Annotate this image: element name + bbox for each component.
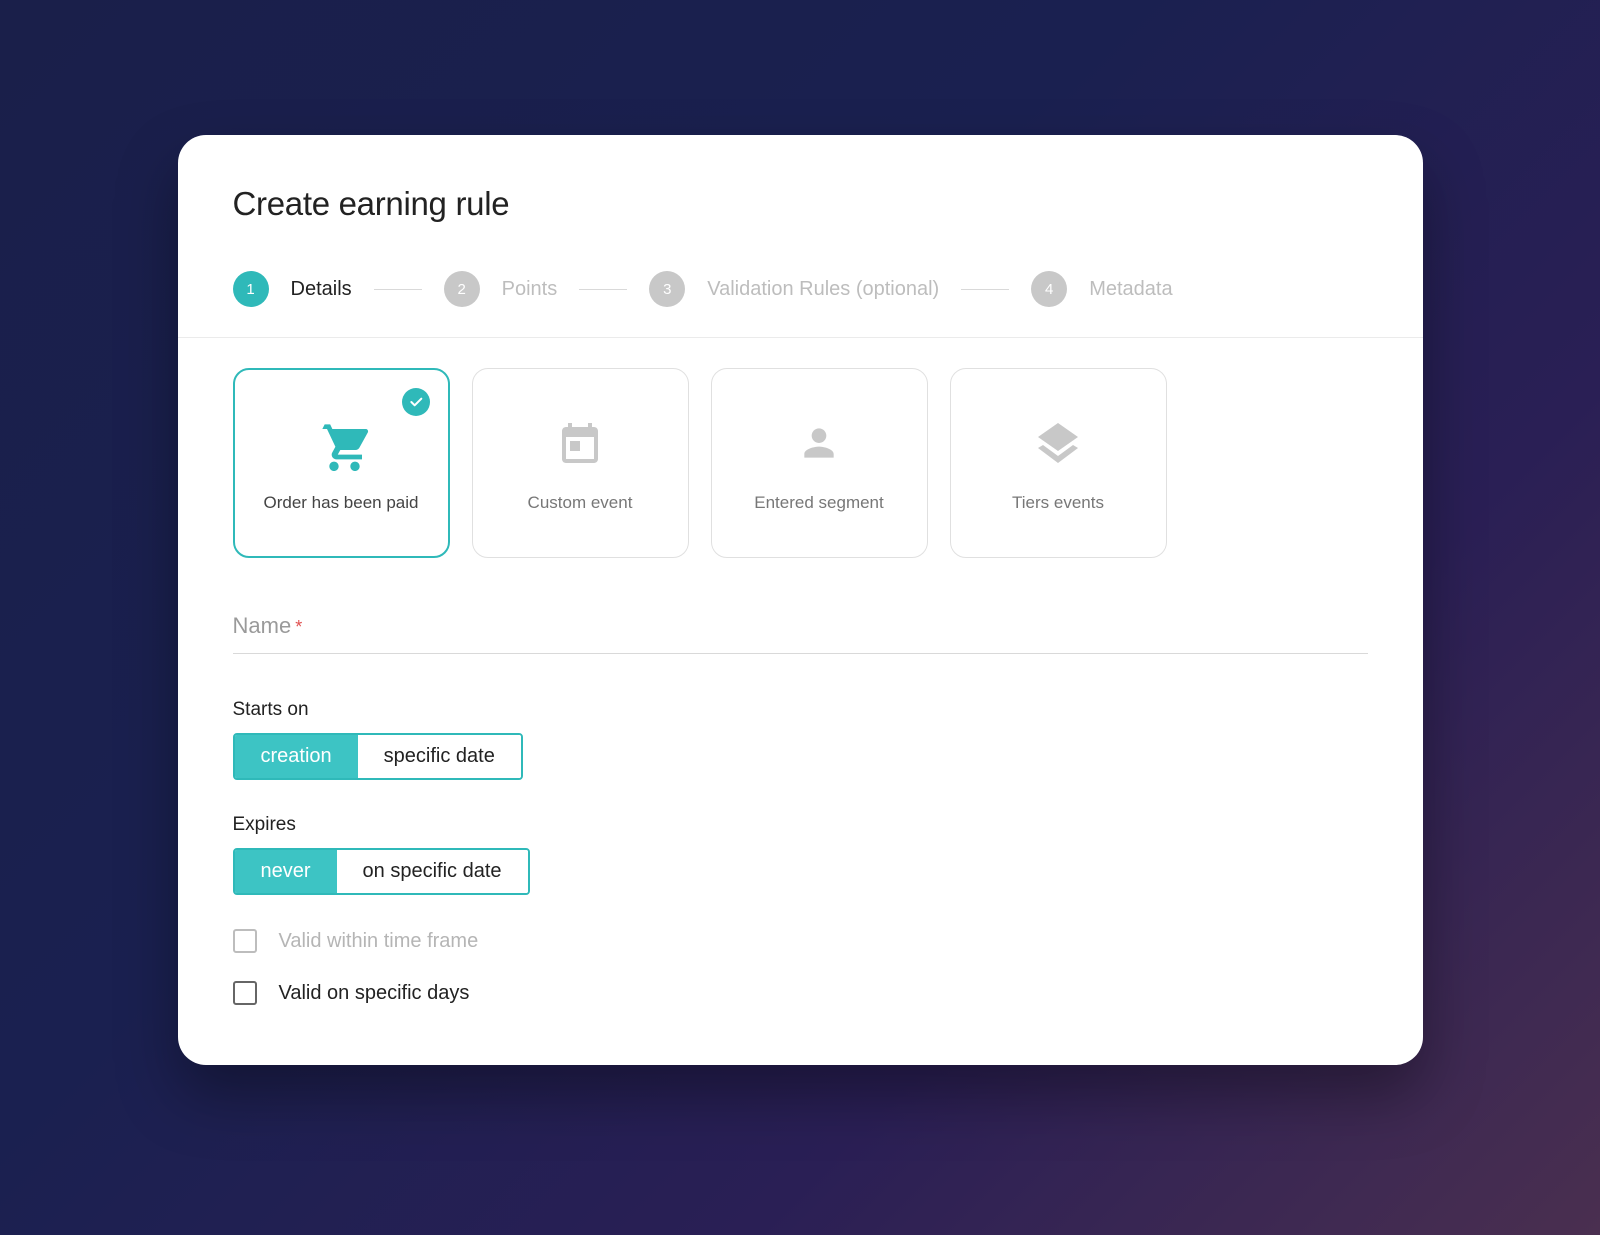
- step-number-1: 1: [233, 271, 269, 307]
- event-card-label: Entered segment: [754, 493, 883, 513]
- step-label-metadata: Metadata: [1089, 278, 1172, 301]
- event-card-tiers-events[interactable]: Tiers events: [950, 368, 1167, 558]
- step-number-2: 2: [444, 271, 480, 307]
- form-section: Name * Starts on creation specific date …: [178, 613, 1423, 1005]
- stepper: 1 Details 2 Points 3 Validation Rules (o…: [233, 271, 1368, 337]
- step-number-4: 4: [1031, 271, 1067, 307]
- calendar-icon: [556, 413, 604, 473]
- divider: [178, 337, 1423, 338]
- event-card-label: Tiers events: [1012, 493, 1104, 513]
- valid-specific-days-row: Valid on specific days: [233, 981, 1368, 1005]
- valid-specific-days-checkbox[interactable]: [233, 981, 257, 1005]
- expires-label: Expires: [233, 814, 1368, 836]
- step-details[interactable]: 1 Details: [233, 271, 352, 307]
- name-input[interactable]: [312, 613, 1367, 639]
- step-connector: [374, 289, 422, 290]
- expires-block: Expires never on specific date: [233, 814, 1368, 895]
- cart-icon: [310, 413, 372, 473]
- step-metadata[interactable]: 4 Metadata: [1031, 271, 1172, 307]
- valid-time-frame-checkbox[interactable]: [233, 929, 257, 953]
- required-asterisk: *: [295, 617, 302, 638]
- valid-time-frame-label: Valid within time frame: [279, 930, 479, 953]
- page-title: Create earning rule: [233, 185, 1368, 223]
- layers-icon: [1034, 413, 1082, 473]
- starts-on-block: Starts on creation specific date: [233, 699, 1368, 780]
- event-type-grid: Order has been paid Custom event Entered…: [178, 368, 1423, 558]
- event-card-label: Custom event: [528, 493, 633, 513]
- starts-on-specific-date-button[interactable]: specific date: [358, 735, 521, 778]
- step-label-validation: Validation Rules (optional): [707, 278, 939, 301]
- step-connector: [961, 289, 1009, 290]
- starts-on-label: Starts on: [233, 699, 1368, 721]
- valid-time-frame-row: Valid within time frame: [233, 929, 1368, 953]
- step-connector: [579, 289, 627, 290]
- person-icon: [797, 413, 841, 473]
- event-card-label: Order has been paid: [264, 493, 419, 513]
- event-card-custom-event[interactable]: Custom event: [472, 368, 689, 558]
- checkmark-icon: [402, 388, 430, 416]
- name-label: Name: [233, 613, 292, 639]
- step-validation[interactable]: 3 Validation Rules (optional): [649, 271, 939, 307]
- expires-toggle: never on specific date: [233, 848, 530, 895]
- event-card-entered-segment[interactable]: Entered segment: [711, 368, 928, 558]
- name-field-row: Name *: [233, 613, 1368, 654]
- event-card-order-paid[interactable]: Order has been paid: [233, 368, 450, 558]
- starts-on-creation-button[interactable]: creation: [235, 735, 358, 778]
- starts-on-toggle: creation specific date: [233, 733, 523, 780]
- step-label-details: Details: [291, 278, 352, 301]
- step-number-3: 3: [649, 271, 685, 307]
- expires-never-button[interactable]: never: [235, 850, 337, 893]
- dialog-card: Create earning rule 1 Details 2 Points 3…: [178, 135, 1423, 1065]
- valid-specific-days-label: Valid on specific days: [279, 982, 470, 1005]
- expires-specific-date-button[interactable]: on specific date: [337, 850, 528, 893]
- step-label-points: Points: [502, 278, 558, 301]
- step-points[interactable]: 2 Points: [444, 271, 558, 307]
